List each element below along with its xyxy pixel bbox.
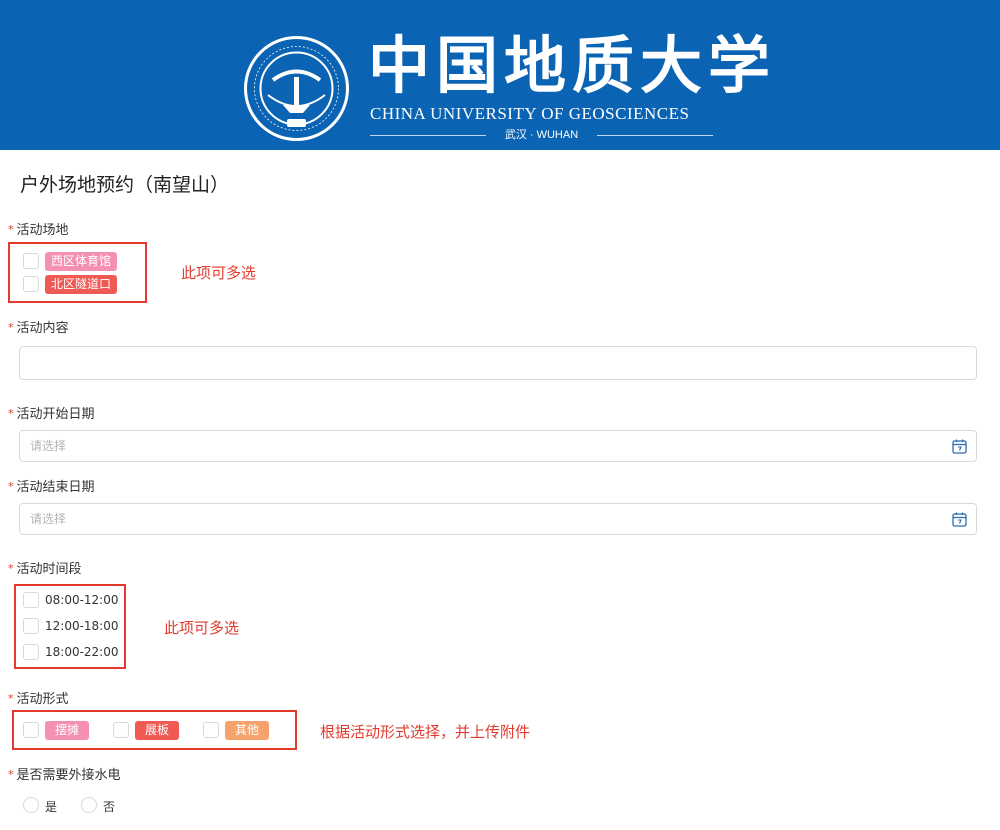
calendar-icon[interactable] [952,512,967,527]
required-mark: * [8,223,14,236]
calendar-icon[interactable] [952,439,967,454]
venue-checkbox-west-gym[interactable] [23,253,39,269]
required-mark: * [8,562,14,575]
utilities-label-text: 是否需要外接水电 [16,768,121,783]
venue-checkbox-north-tunnel[interactable] [23,276,39,292]
time-slot-option-evening[interactable]: 18:00-22:00 [45,645,119,659]
required-mark: * [8,692,14,705]
header-banner: 中国地质大学 CHINA UNIVERSITY OF GEOSCIENCES 武… [0,0,1000,150]
venue-label-text: 活动场地 [16,223,69,238]
start-date-placeholder: 请选择 [30,439,67,453]
format-checkbox-stall[interactable] [23,722,39,738]
venue-label: * 活动场地 [8,219,69,238]
time-slot-checkbox-afternoon[interactable] [23,618,39,634]
format-option-stall[interactable]: 摆摊 [45,721,89,740]
required-mark: * [8,407,14,420]
university-name-cn: 中国地质大学 [368,29,777,102]
venue-option-north-tunnel[interactable]: 北区隧道口 [45,275,118,294]
university-name-en: CHINA UNIVERSITY OF GEOSCIENCES [370,104,690,123]
page-title: 户外场地预约（南望山） [20,174,230,196]
venue-option-west-gym[interactable]: 西区体育馆 [45,252,118,271]
required-mark: * [8,480,14,493]
format-label: * 活动形式 [8,688,69,707]
utilities-option-yes[interactable]: 是 [45,798,57,815]
end-date-picker[interactable]: 请选择 [19,503,977,535]
utilities-label: * 是否需要外接水电 [8,764,121,783]
content-label: * 活动内容 [8,317,69,336]
time-slot-label: * 活动时间段 [8,558,82,577]
venue-note: 此项可多选 [181,264,257,282]
end-date-label: * 活动结束日期 [8,476,95,495]
start-date-label-text: 活动开始日期 [16,407,95,422]
start-date-picker[interactable]: 请选择 [19,430,977,462]
divider [597,135,713,136]
format-checkbox-other[interactable] [203,722,219,738]
required-mark: * [8,768,14,781]
time-slot-checkbox-morning[interactable] [23,592,39,608]
content-label-text: 活动内容 [16,321,69,336]
time-slot-option-morning[interactable]: 08:00-12:00 [45,593,119,607]
time-slot-label-text: 活动时间段 [16,562,82,577]
utilities-radio-yes[interactable] [23,797,39,813]
format-option-other[interactable]: 其他 [225,721,269,740]
format-note: 根据活动形式选择，并上传附件 [320,723,531,741]
format-label-text: 活动形式 [16,692,69,707]
location-row: 武汉 · WUHAN [370,128,713,142]
required-mark: * [8,321,14,334]
time-slot-option-afternoon[interactable]: 12:00-18:00 [45,619,119,633]
time-slot-checkbox-evening[interactable] [23,644,39,660]
utilities-option-no[interactable]: 否 [103,798,115,815]
start-date-label: * 活动开始日期 [8,403,95,422]
content-input[interactable] [19,346,977,380]
end-date-label-text: 活动结束日期 [16,480,95,495]
utilities-radio-no[interactable] [81,797,97,813]
university-seal-icon [244,36,349,141]
format-option-board[interactable]: 展板 [135,721,179,740]
time-slot-note: 此项可多选 [164,619,240,637]
format-checkbox-board[interactable] [113,722,129,738]
end-date-placeholder: 请选择 [30,512,67,526]
